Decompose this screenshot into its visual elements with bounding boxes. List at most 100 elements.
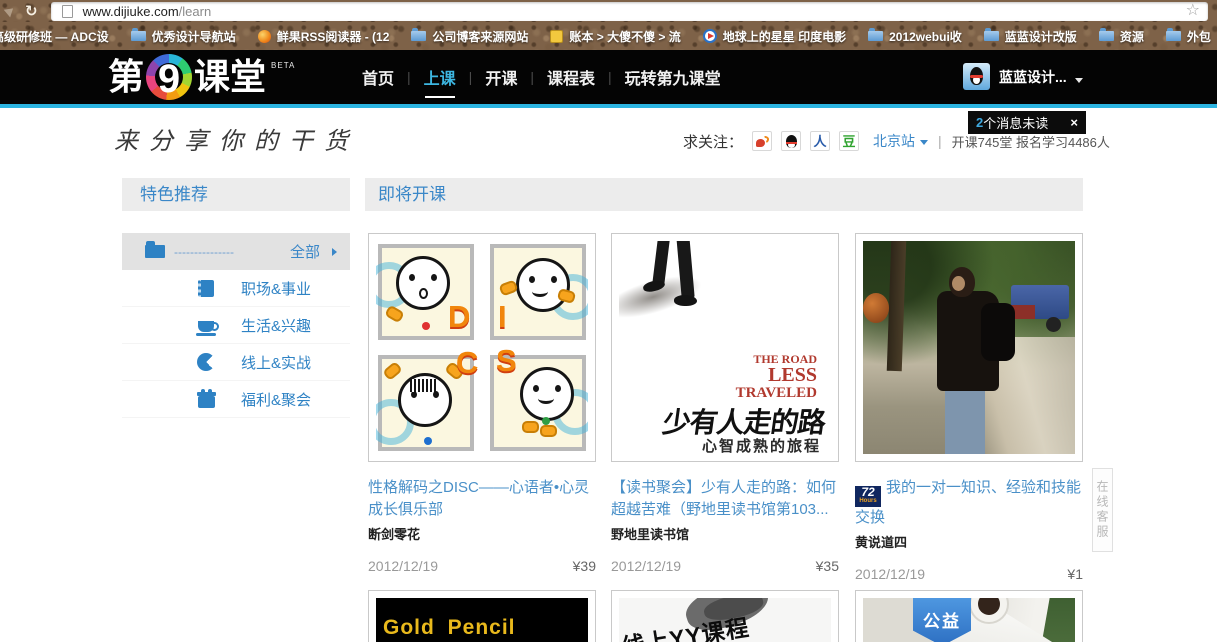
decor (1046, 317, 1061, 332)
book-title-line: LESS (736, 366, 817, 385)
nav-item-learn[interactable]: 上课 (424, 65, 456, 89)
sidebar-item-all[interactable]: --------------- 全部 (122, 233, 350, 270)
course-thumbnail[interactable] (855, 233, 1083, 462)
course-author[interactable]: 黄说道四 (855, 532, 1083, 551)
rss-icon (258, 30, 271, 43)
course-title[interactable]: 【读书聚会】少有人走的路：如何超越苦难（野地里读书馆第103... (611, 477, 839, 521)
follow-label: 求关注： (683, 131, 743, 152)
course-thumbnail[interactable]: D I C S (368, 233, 596, 462)
decor (384, 305, 405, 324)
course-card: THE ROAD LESS TRAVELED 少有人走的路 心智成熟的旅程 【读… (611, 233, 839, 574)
book-title-line: TRAVELED (736, 385, 817, 401)
address-bar[interactable]: www.dijiuke.com /learn ☆ (51, 2, 1208, 21)
renren-icon[interactable]: 人 (810, 131, 830, 151)
bookmark-item[interactable]: 蓝蓝设计改版 (984, 28, 1077, 45)
decor (382, 361, 403, 381)
close-icon[interactable]: × (1070, 116, 1078, 129)
course-author[interactable]: 野地里读书馆 (611, 524, 839, 543)
decor (424, 437, 432, 445)
cup-icon (195, 319, 217, 332)
barcode-decor (410, 379, 436, 392)
course-author[interactable]: 断剑零花 (368, 524, 596, 543)
dashes-decor: --------------- (174, 245, 282, 259)
user-name: 蓝蓝设计... (999, 67, 1067, 87)
bookmark-item[interactable]: 账本 > 大傻不傻 > 流 (550, 28, 680, 45)
course-card: 72 Hours 我的一对一知识、经验和技能交换 黄说道四 2012/12/19… (855, 233, 1083, 582)
letter-c: C (456, 347, 478, 378)
decor (542, 417, 550, 425)
bookmark-item[interactable]: 2012webui收 (868, 28, 962, 45)
course-thumbnail[interactable]: 公益 (855, 590, 1083, 642)
sidebar-item-label: 线上&实战 (241, 352, 311, 373)
course-price: ¥35 (816, 558, 839, 574)
course-image-road: THE ROAD LESS TRAVELED 少有人走的路 心智成熟的旅程 (619, 241, 831, 454)
qq-icon[interactable] (781, 131, 801, 151)
bookmark-label: 2012webui收 (889, 28, 962, 45)
sidebar-item-welfare[interactable]: 福利&聚会 (122, 381, 350, 418)
bookmarks-bar: 高级研修班 — ADC设 优秀设计导航站 鲜果RSS阅读器 - (12 公司博客… (0, 22, 1217, 50)
play-icon (703, 29, 717, 43)
nav-item-schedule[interactable]: 课程表 (547, 65, 595, 89)
folder-icon (1166, 31, 1181, 41)
course-thumbnail[interactable]: THE ROAD LESS TRAVELED 少有人走的路 心智成熟的旅程 (611, 233, 839, 462)
nav-item-home[interactable]: 首页 (362, 65, 394, 89)
bookmark-label: 地球上的星星 印度电影 (723, 28, 846, 45)
book-subtitle: 心智成熟的旅程 (702, 435, 821, 454)
online-service-tab[interactable]: 在线客服 (1092, 468, 1113, 552)
sidebar-item-label: 福利&聚会 (241, 389, 311, 410)
bookmark-label: 鲜果RSS阅读器 - (12 (277, 28, 390, 45)
folder-icon (1099, 31, 1114, 41)
decor (945, 389, 985, 454)
course-image-gold-pencil: Gold Pencil (376, 598, 588, 642)
site-tagline: 来分享你的干货 (114, 121, 359, 156)
bookmark-item[interactable]: 公司博客来源网站 (411, 28, 528, 45)
sidebar-item-online[interactable]: 线上&实战 (122, 344, 350, 381)
course-image-charity: 公益 (863, 598, 1075, 642)
bookmark-item[interactable]: 外包 (1166, 28, 1211, 45)
city-selector[interactable]: 北京站 (873, 131, 928, 151)
decor (674, 295, 697, 306)
course-card: 线上YY课程 (611, 590, 839, 642)
user-menu[interactable]: 蓝蓝设计... (963, 63, 1083, 90)
forward-arrow-icon[interactable] (4, 5, 17, 18)
course-card: 公益 (855, 590, 1083, 642)
bookmark-item[interactable]: 优秀设计导航站 (131, 28, 236, 45)
sidebar-item-label: 全部 (290, 241, 320, 262)
douban-icon[interactable]: 豆 (839, 131, 859, 151)
url-path: /learn (179, 4, 212, 19)
course-image-disc: D I C S (376, 241, 588, 454)
course-date: 2012/12/19 (368, 558, 438, 574)
course-title[interactable]: 72 Hours 我的一对一知识、经验和技能交换 (855, 477, 1083, 529)
bookmark-star-icon[interactable]: ☆ (1186, 3, 1200, 19)
chevron-down-icon (920, 140, 928, 145)
nav-item-teach[interactable]: 开课 (485, 65, 517, 89)
chevron-down-icon (1075, 78, 1083, 83)
reload-icon[interactable]: ↻ (25, 4, 38, 19)
decor (949, 267, 975, 297)
bookmark-label: 资源 (1120, 28, 1144, 45)
face-decor (396, 256, 450, 310)
course-title[interactable]: 性格解码之DISC——心语者•心灵成长俱乐部 (368, 477, 596, 521)
site-logo[interactable]: 第 9 课堂 BETA (108, 54, 295, 100)
decor (422, 322, 430, 330)
letter-s: S (496, 345, 517, 376)
gift-icon (195, 391, 217, 408)
site-header: 第 9 课堂 BETA 首页 | 上课 | 开课 | 课程表 | 玩转第九课堂 … (0, 50, 1217, 108)
sidebar-title: 特色推荐 (122, 178, 350, 211)
nav-divider: | (530, 69, 534, 85)
bookmark-item[interactable]: 高级研修班 — ADC设 (0, 28, 109, 45)
nav-item-explore[interactable]: 玩转第九课堂 (625, 65, 721, 89)
sidebar-item-life[interactable]: 生活&兴趣 (122, 307, 350, 344)
72hours-badge: 72 Hours (855, 486, 881, 507)
bookmark-item[interactable]: 地球上的星星 印度电影 (703, 28, 846, 45)
bookmark-item[interactable]: 资源 (1099, 28, 1144, 45)
logo-text: 第 (108, 59, 144, 95)
course-thumbnail[interactable]: 线上YY课程 (611, 590, 839, 642)
course-thumbnail[interactable]: Gold Pencil (368, 590, 596, 642)
bookmark-item[interactable]: 鲜果RSS阅读器 - (12 (258, 28, 390, 45)
course-title-text: 我的一对一知识、经验和技能交换 (855, 479, 1081, 526)
sidebar-item-career[interactable]: 职场&事业 (122, 270, 350, 307)
beta-badge: BETA (271, 61, 295, 70)
decor (540, 425, 557, 437)
weibo-icon[interactable] (752, 131, 772, 151)
